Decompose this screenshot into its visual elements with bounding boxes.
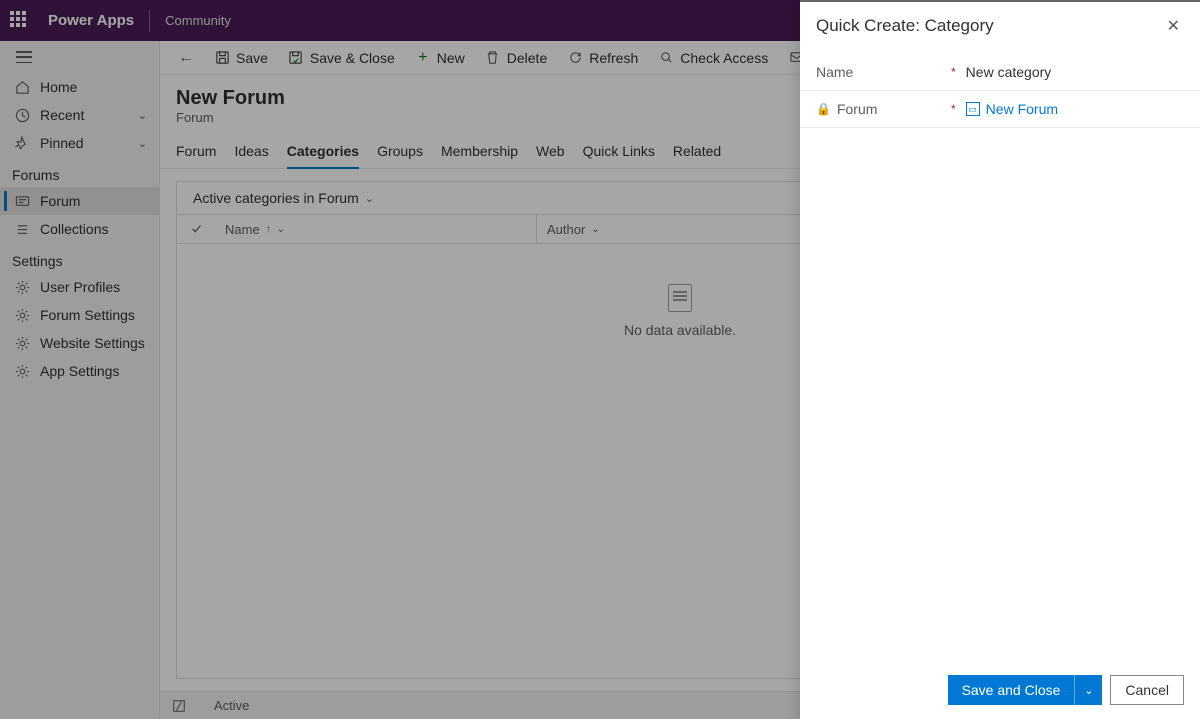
field-forum-lookup[interactable]: ▭ New Forum — [966, 101, 1184, 117]
required-indicator: * — [951, 65, 956, 79]
chevron-down-icon: ⌄ — [1084, 684, 1093, 697]
field-name-input[interactable]: New category — [966, 64, 1184, 80]
field-forum-label: Forum — [837, 101, 877, 117]
field-name-row: Name * New category — [800, 54, 1200, 91]
field-forum-row: 🔒 Forum * ▭ New Forum — [800, 91, 1200, 128]
cancel-button[interactable]: Cancel — [1110, 675, 1184, 705]
close-button[interactable]: ✕ — [1163, 12, 1184, 40]
panel-title: Quick Create: Category — [816, 16, 994, 36]
save-and-close-button[interactable]: Save and Close — [948, 675, 1075, 705]
field-name-label: Name — [816, 64, 853, 80]
lock-icon: 🔒 — [816, 102, 831, 116]
required-indicator: * — [951, 102, 956, 116]
save-split-button[interactable]: ⌄ — [1074, 675, 1102, 705]
lookup-icon: ▭ — [966, 102, 980, 116]
quick-create-panel: Quick Create: Category ✕ Name * New cate… — [800, 0, 1200, 719]
